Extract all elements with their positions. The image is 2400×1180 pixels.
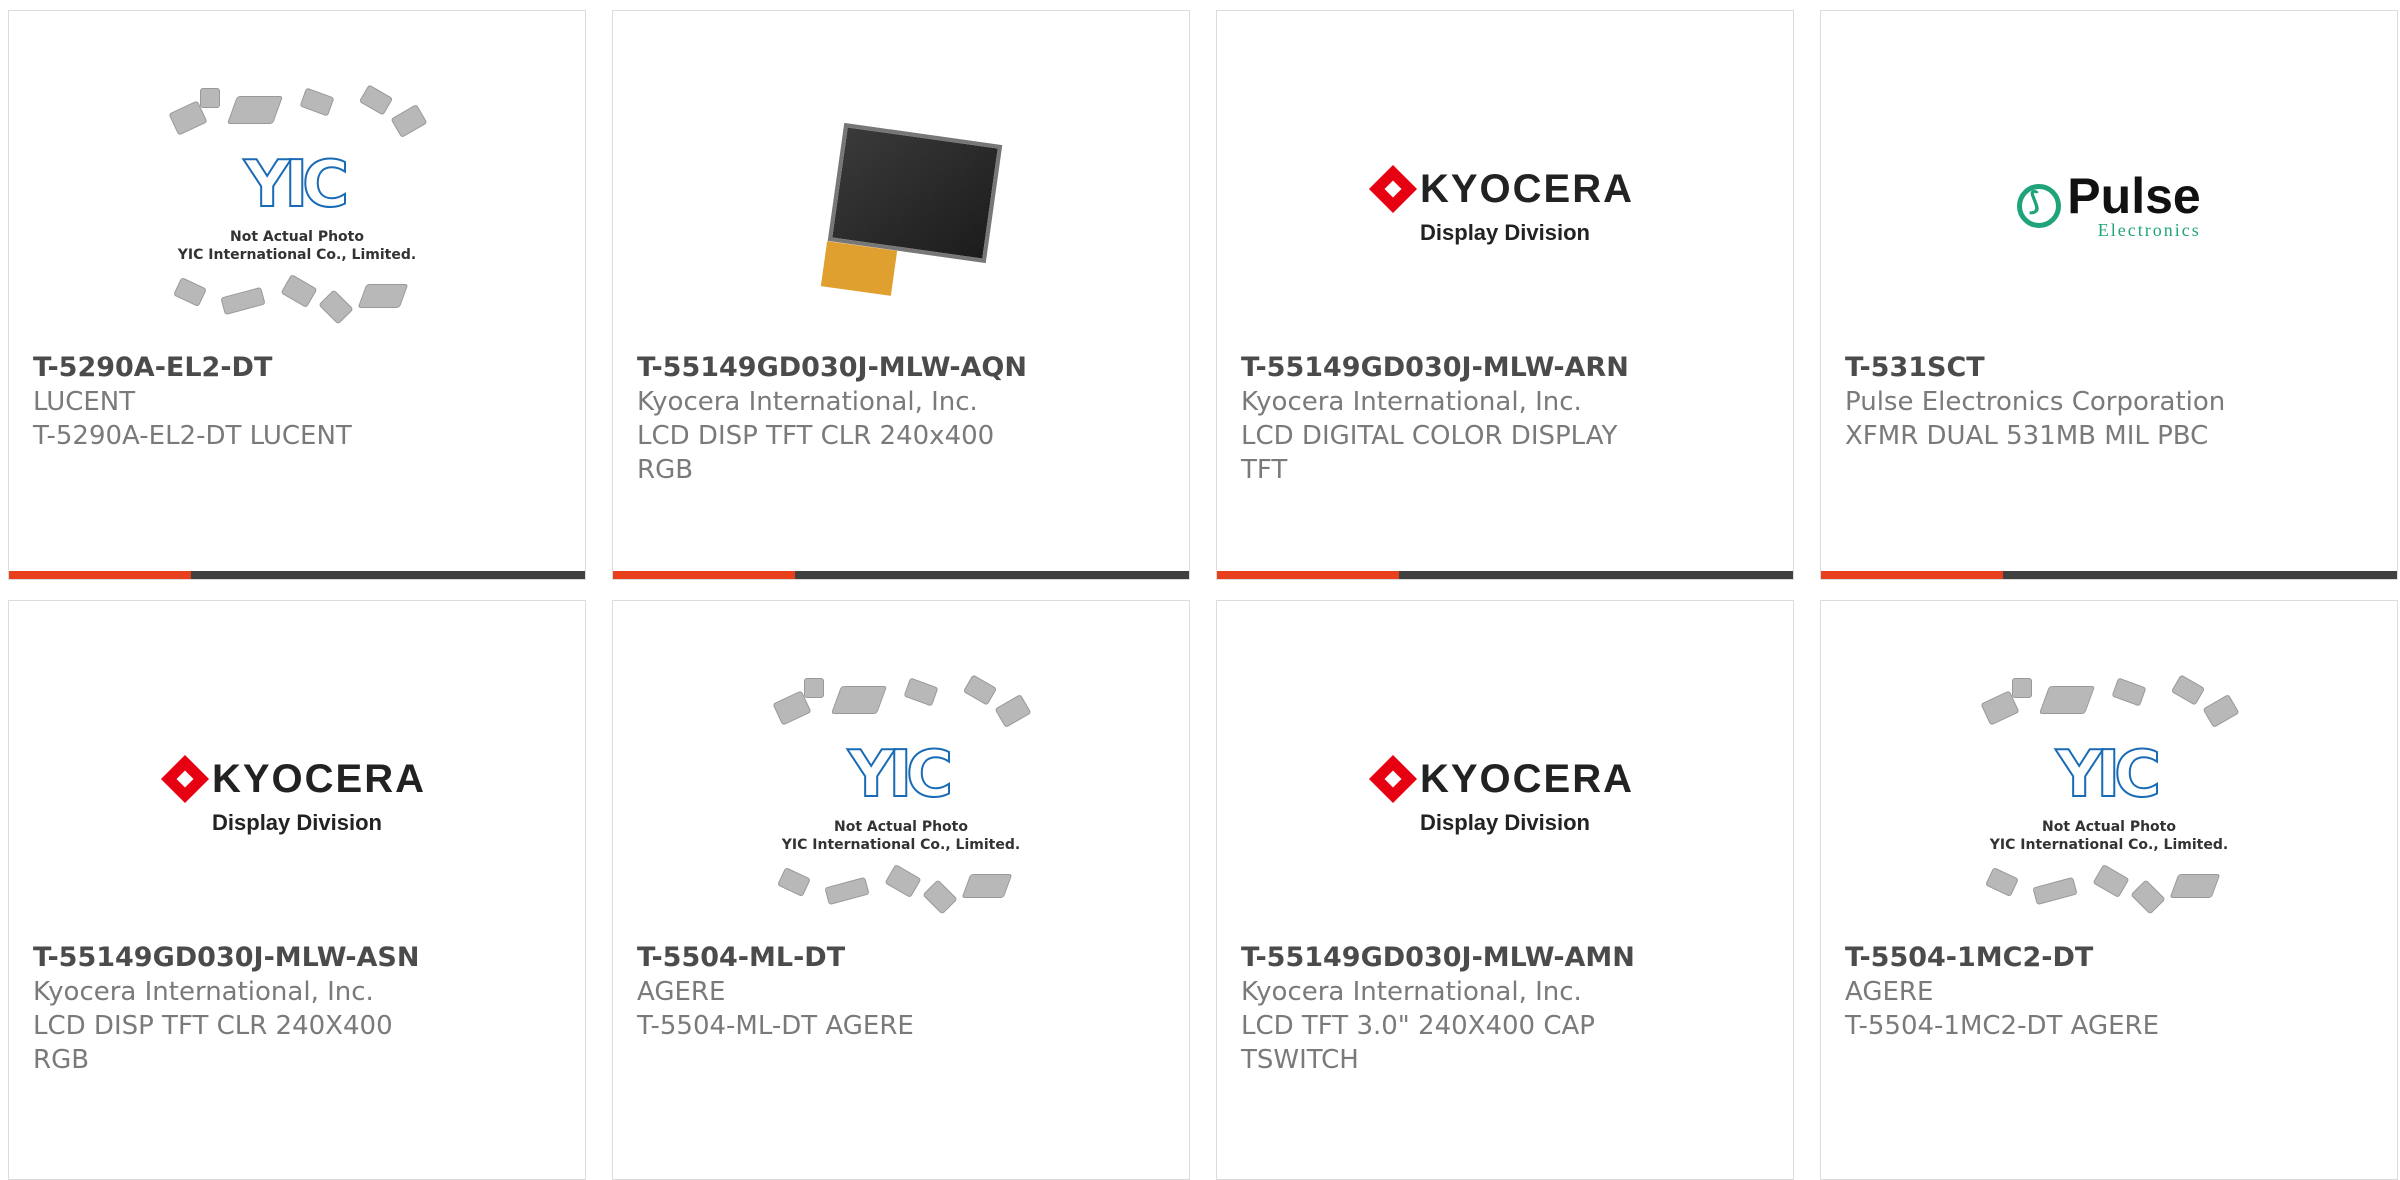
product-card[interactable]: KYOCERA Display Division T-55149GD030J-M… [8, 600, 586, 1180]
product-image[interactable]: KYOCERA Display Division [33, 651, 561, 941]
product-image[interactable] [637, 61, 1165, 351]
product-image[interactable]: Pulse Electronics [1845, 61, 2373, 351]
card-divider-bar [1821, 571, 2397, 579]
description: T-5504-1MC2-DT AGERE [1845, 1011, 2160, 1041]
product-card[interactable]: YIC Not Actual Photo YIC International C… [1820, 600, 2398, 1180]
manufacturer: Kyocera International, Inc. [33, 977, 374, 1007]
description: T-5504-ML-DT AGERE [637, 1011, 914, 1041]
description: LCD DISP TFT CLR 240X400 RGB [33, 1011, 393, 1075]
card-divider-bar [1217, 571, 1793, 579]
manufacturer: AGERE [1845, 977, 1934, 1007]
part-number[interactable]: T-55149GD030J-MLW-AQN [637, 351, 1165, 385]
kyocera-logo: KYOCERA Display Division [1368, 754, 1634, 836]
yic-placeholder-image: YIC Not Actual Photo YIC International C… [766, 674, 1036, 916]
product-card[interactable]: T-55149GD030J-MLW-AQN Kyocera Internatio… [612, 10, 1190, 580]
kyocera-logo: KYOCERA Display Division [160, 754, 426, 836]
manufacturer: Kyocera International, Inc. [1241, 977, 1582, 1007]
product-image[interactable]: YIC Not Actual Photo YIC International C… [33, 61, 561, 351]
kyocera-logo: KYOCERA Display Division [1368, 164, 1634, 246]
placeholder-note: Not Actual Photo YIC International Co., … [177, 229, 417, 263]
description: T-5290A-EL2-DT LUCENT [33, 421, 352, 451]
manufacturer: AGERE [637, 977, 726, 1007]
product-card[interactable]: KYOCERA Display Division T-55149GD030J-M… [1216, 10, 1794, 580]
part-number[interactable]: T-55149GD030J-MLW-AMN [1241, 941, 1769, 975]
lcd-display-photo [806, 106, 1003, 306]
card-divider-bar [613, 571, 1189, 579]
product-image[interactable]: KYOCERA Display Division [1241, 61, 1769, 351]
part-number[interactable]: T-531SCT [1845, 351, 2373, 385]
yic-logo: YIC [2055, 737, 2162, 813]
description: LCD DISP TFT CLR 240x400 RGB [637, 421, 995, 485]
product-card[interactable]: YIC Not Actual Photo YIC International C… [8, 10, 586, 580]
yic-logo: YIC [243, 147, 350, 223]
product-image[interactable]: YIC Not Actual Photo YIC International C… [637, 651, 1165, 941]
pulse-logo: Pulse Electronics [2017, 171, 2201, 241]
yic-placeholder-image: YIC Not Actual Photo YIC International C… [162, 84, 432, 326]
part-number[interactable]: T-55149GD030J-MLW-ARN [1241, 351, 1769, 385]
kyocera-mark-icon [1368, 754, 1418, 804]
manufacturer: Kyocera International, Inc. [1241, 387, 1582, 417]
product-image[interactable]: KYOCERA Display Division [1241, 651, 1769, 941]
manufacturer: LUCENT [33, 387, 136, 417]
card-divider-bar [9, 571, 585, 579]
manufacturer: Kyocera International, Inc. [637, 387, 978, 417]
product-card[interactable]: KYOCERA Display Division T-55149GD030J-M… [1216, 600, 1794, 1180]
pulse-mark-icon [2017, 184, 2062, 228]
kyocera-mark-icon [1368, 164, 1418, 214]
part-number[interactable]: T-5290A-EL2-DT [33, 351, 561, 385]
manufacturer: Pulse Electronics Corporation [1845, 387, 2226, 417]
product-card[interactable]: Pulse Electronics T-531SCT Pulse Electro… [1820, 10, 2398, 580]
yic-placeholder-image: YIC Not Actual Photo YIC International C… [1974, 674, 2244, 916]
product-image[interactable]: YIC Not Actual Photo YIC International C… [1845, 651, 2373, 941]
part-number[interactable]: T-5504-1MC2-DT [1845, 941, 2373, 975]
description: LCD DIGITAL COLOR DISPLAY TFT [1241, 421, 1618, 485]
kyocera-mark-icon [160, 754, 210, 804]
placeholder-note: Not Actual Photo YIC International Co., … [1989, 819, 2229, 853]
part-number[interactable]: T-55149GD030J-MLW-ASN [33, 941, 561, 975]
placeholder-note: Not Actual Photo YIC International Co., … [781, 819, 1021, 853]
product-card[interactable]: YIC Not Actual Photo YIC International C… [612, 600, 1190, 1180]
description: LCD TFT 3.0" 240X400 CAP TSWITCH [1241, 1011, 1595, 1075]
part-number[interactable]: T-5504-ML-DT [637, 941, 1165, 975]
description: XFMR DUAL 531MB MIL PBC [1845, 421, 2209, 451]
yic-logo: YIC [847, 737, 954, 813]
